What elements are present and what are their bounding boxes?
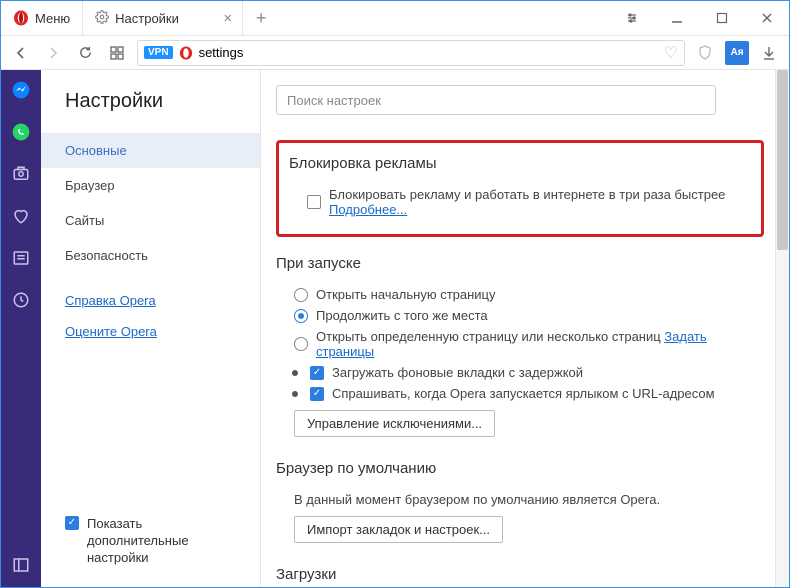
search-placeholder: Поиск настроек: [287, 93, 381, 108]
minimize-button[interactable]: [654, 1, 699, 35]
address-input[interactable]: [199, 45, 658, 60]
settings-content: Поиск настроек Блокировка рекламы Блокир…: [261, 70, 789, 587]
default-title: Браузер по умолчанию: [276, 460, 764, 477]
show-advanced-checkbox[interactable]: [65, 516, 79, 530]
default-text: В данный момент браузером по умолчанию я…: [294, 492, 660, 507]
titlebar: Меню Настройки × +: [1, 1, 789, 36]
new-tab-button[interactable]: +: [243, 1, 279, 35]
maximize-button[interactable]: [699, 1, 744, 35]
downloads-icon[interactable]: [757, 41, 781, 65]
sidebar-link-help[interactable]: Справка Opera: [41, 285, 260, 316]
startup-label-pages: Открыть определенную страницу или нескол…: [316, 329, 764, 359]
bookmark-heart-icon[interactable]: ♡: [664, 43, 678, 63]
bullet-icon: [292, 370, 298, 376]
startup-check-lazy[interactable]: [310, 366, 324, 380]
history-icon[interactable]: [11, 290, 31, 310]
startup-label-continue: Продолжить с того же места: [316, 308, 488, 323]
toolbar: VPN ♡ Ая: [1, 36, 789, 70]
sidebar-link-rate[interactable]: Оцените Opera: [41, 316, 260, 347]
menu-label: Меню: [35, 11, 70, 26]
sidebar-item-basic[interactable]: Основные: [41, 133, 260, 168]
news-icon[interactable]: [11, 248, 31, 268]
address-bar[interactable]: VPN ♡: [137, 40, 685, 66]
translate-icon[interactable]: Ая: [725, 41, 749, 65]
gear-icon: [95, 10, 109, 27]
shield-icon[interactable]: [693, 41, 717, 65]
show-advanced-label: Показать дополнительные настройки: [87, 516, 236, 567]
speed-dial-button[interactable]: [105, 41, 129, 65]
sidebar-title: Настройки: [41, 90, 260, 133]
scrollbar[interactable]: [775, 70, 789, 587]
startup-exceptions-button[interactable]: Управление исключениями...: [294, 410, 495, 437]
sidebar-item-security[interactable]: Безопасность: [41, 238, 260, 273]
reload-button[interactable]: [73, 41, 97, 65]
forward-button[interactable]: [41, 41, 65, 65]
sidebar-item-sites[interactable]: Сайты: [41, 203, 260, 238]
startup-section: При запуске Открыть начальную страницу П…: [276, 255, 764, 440]
adblock-more-link[interactable]: Подробнее...: [329, 202, 407, 217]
opera-logo-icon: [13, 10, 29, 26]
adblock-text: Блокировать рекламу и работать в интерне…: [329, 187, 751, 217]
settings-sidebar: Настройки Основные Браузер Сайты Безопас…: [41, 70, 261, 587]
startup-radio-pages[interactable]: [294, 337, 308, 351]
close-tab-icon[interactable]: ×: [223, 10, 232, 27]
startup-label-home: Открыть начальную страницу: [316, 287, 496, 302]
rail-toggle-icon[interactable]: [11, 555, 31, 575]
menu-button[interactable]: Меню: [1, 1, 83, 35]
bookmarks-heart-icon[interactable]: [11, 206, 31, 226]
search-settings-input[interactable]: Поиск настроек: [276, 85, 716, 115]
left-rail: [1, 70, 41, 587]
startup-title: При запуске: [276, 255, 764, 272]
tab-title: Настройки: [115, 11, 179, 26]
default-browser-section: Браузер по умолчанию В данный момент бра…: [276, 460, 764, 546]
whatsapp-icon[interactable]: [11, 122, 31, 142]
tab-settings[interactable]: Настройки ×: [83, 1, 243, 35]
window-controls: [609, 1, 789, 35]
startup-radio-home[interactable]: [294, 288, 308, 302]
adblock-checkbox[interactable]: [307, 195, 321, 209]
downloads-section: Загрузки Папка загрузки: C:\Users\anton\…: [276, 566, 764, 587]
back-button[interactable]: [9, 41, 33, 65]
bullet-icon: [292, 391, 298, 397]
adblock-section-highlight: Блокировка рекламы Блокировать рекламу и…: [276, 140, 764, 237]
close-window-button[interactable]: [744, 1, 789, 35]
messenger-icon[interactable]: [11, 80, 31, 100]
opera-favicon-icon: [179, 46, 193, 60]
sidebar-item-browser[interactable]: Браузер: [41, 168, 260, 203]
startup-radio-continue[interactable]: [294, 309, 308, 323]
adblock-title: Блокировка рекламы: [289, 155, 751, 172]
import-button[interactable]: Импорт закладок и настроек...: [294, 516, 503, 543]
downloads-title: Загрузки: [276, 566, 764, 583]
startup-label-url: Спрашивать, когда Opera запускается ярлы…: [332, 386, 715, 401]
snapshot-icon[interactable]: [11, 164, 31, 184]
startup-label-lazy: Загружать фоновые вкладки с задержкой: [332, 365, 583, 380]
startup-check-url[interactable]: [310, 387, 324, 401]
scrollbar-thumb[interactable]: [777, 70, 788, 250]
vpn-badge[interactable]: VPN: [144, 46, 173, 59]
easy-setup-icon[interactable]: [609, 1, 654, 35]
